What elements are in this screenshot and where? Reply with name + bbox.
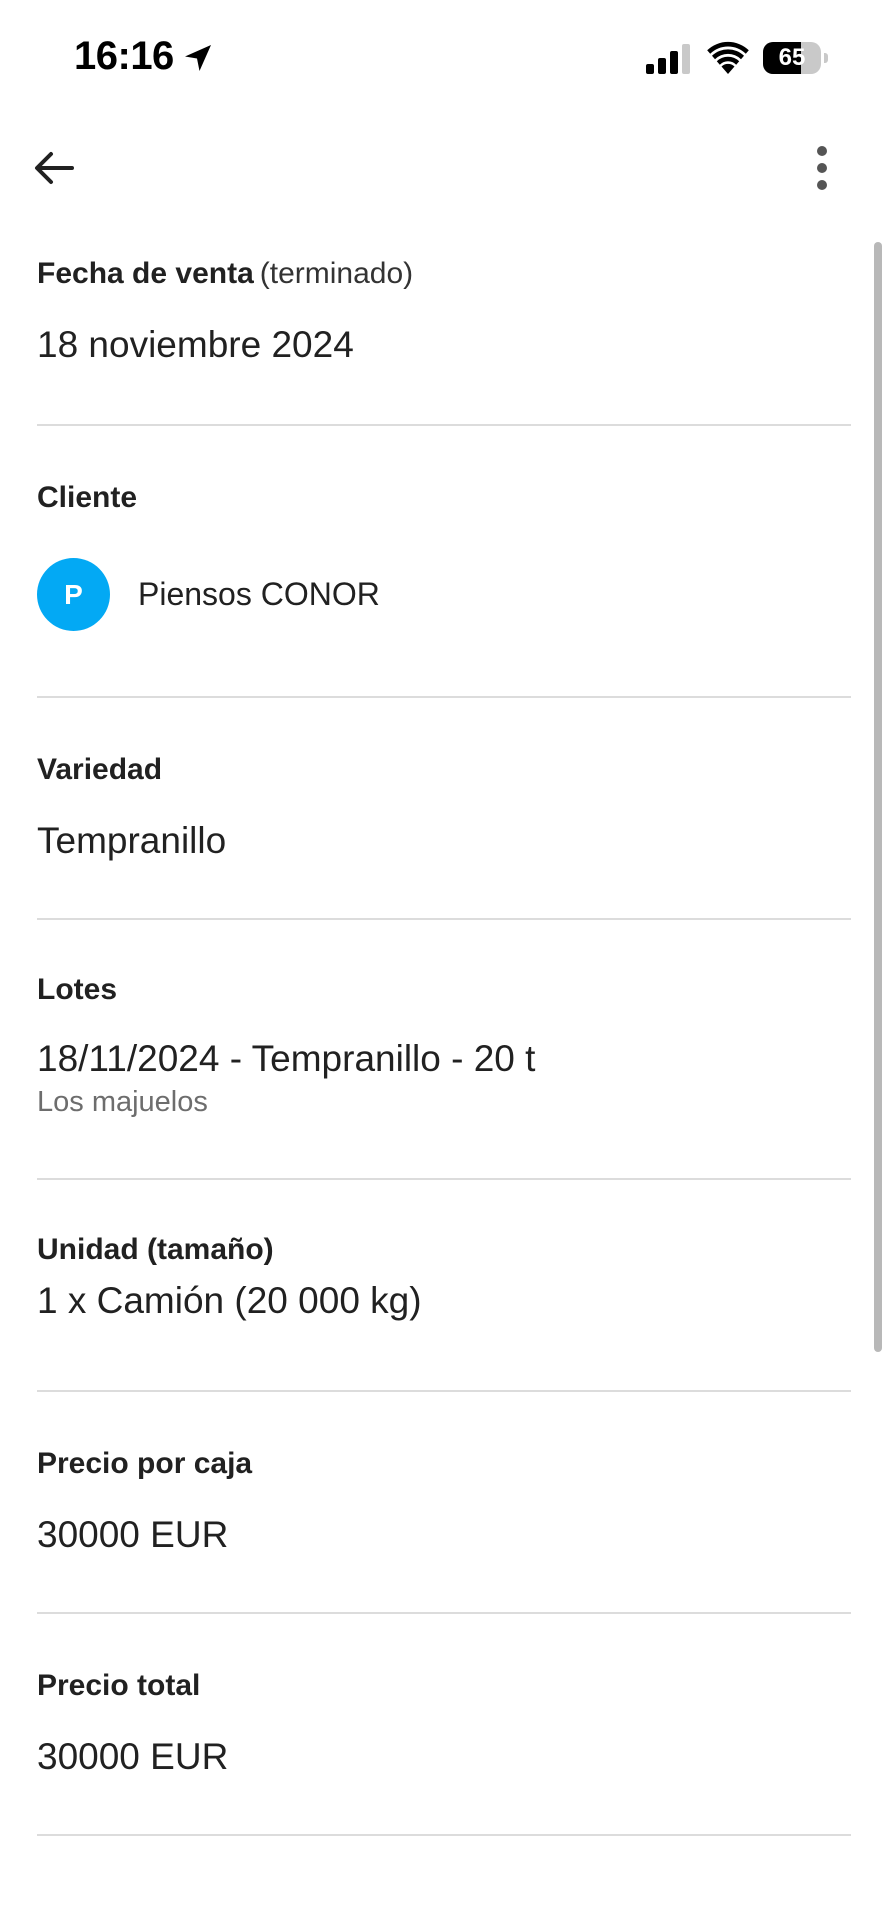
sale-date-label: Fecha de venta (37, 257, 254, 290)
client-label: Cliente (37, 481, 138, 514)
section-variety: Variedad Tempranillo (37, 698, 851, 920)
more-options-button[interactable] (790, 136, 854, 200)
section-sale-date: Fecha de venta (terminado) 18 noviembre 2… (37, 236, 851, 426)
arrow-left-icon (35, 152, 74, 184)
sale-date-value: 18 noviembre 2024 (37, 324, 354, 365)
battery-indicator: 65 (763, 42, 829, 74)
price-per-box-label: Precio por caja (37, 1447, 253, 1480)
sale-date-label-row: Fecha de venta (terminado) (37, 254, 851, 294)
wifi-icon (707, 41, 749, 74)
cellular-signal-icon (646, 44, 690, 74)
total-price-label: Precio total (37, 1669, 201, 1702)
client-name: Piensos CONOR (138, 576, 380, 612)
back-button[interactable] (22, 136, 86, 200)
variety-label: Variedad (37, 753, 163, 786)
avatar: P (37, 558, 110, 631)
total-price-value: 30000 EUR (37, 1736, 229, 1777)
section-unit: Unidad (tamaño) 1 x Camión (20 000 kg) (37, 1180, 851, 1392)
section-total-price: Precio total 30000 EUR (37, 1614, 851, 1836)
section-client: Cliente P Piensos CONOR (37, 426, 851, 698)
unit-label: Unidad (tamaño) (37, 1233, 274, 1266)
location-arrow-icon (185, 45, 211, 71)
lots-label: Lotes (37, 973, 118, 1006)
section-price-per-box: Precio por caja 30000 EUR (37, 1392, 851, 1614)
variety-value: Tempranillo (37, 820, 227, 861)
lot-subvalue: Los majuelos (37, 1086, 208, 1118)
section-lots: Lotes 18/11/2024 - Tempranillo - 20 t Lo… (37, 920, 851, 1180)
scroll-indicator[interactable] (874, 242, 882, 1352)
client-row[interactable]: P Piensos CONOR (37, 558, 851, 631)
more-vertical-icon (817, 146, 827, 190)
battery-cap (824, 53, 828, 63)
status-bar: 16:16 65 (0, 0, 887, 110)
price-per-box-value: 30000 EUR (37, 1514, 229, 1555)
lot-value: 18/11/2024 - Tempranillo - 20 t (37, 1038, 536, 1079)
unit-value: 1 x Camión (20 000 kg) (37, 1280, 422, 1321)
status-time: 16:16 (74, 34, 174, 78)
sale-date-status: (terminado) (259, 257, 414, 290)
battery-level: 65 (778, 44, 806, 71)
battery-body: 65 (763, 42, 821, 74)
sale-detail: Fecha de venta (terminado) 18 noviembre 2… (37, 236, 851, 1836)
